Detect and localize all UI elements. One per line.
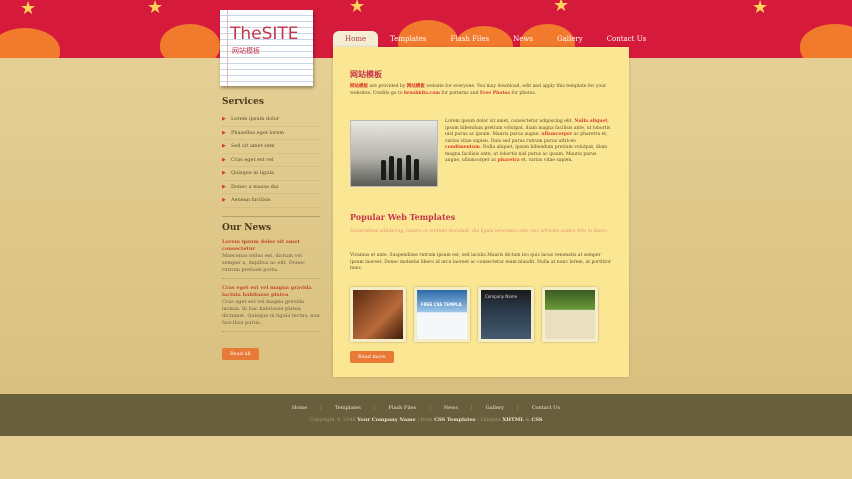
body-highlight[interactable]: Nulla aliquet [574,119,607,124]
read-all-button[interactable]: Read all [222,347,259,360]
sidebar: Services Lorem ipsum dolor Phasellus ege… [222,97,320,360]
services-item[interactable]: Phasellus eget lorem [222,127,320,140]
main-content: 网站模板 网站模板 are provided by 网站模板 website f… [333,47,629,377]
body-paragraph: Lorem ipsum dolor sit amet, consectetur … [445,119,613,165]
main-nav: Home Templates Flash Files News Gallery … [333,31,658,47]
logo-title: TheSITE [230,24,299,44]
page-bottom-background [0,436,852,479]
footer: Home | Templates | Flash Files | News | Gallery |… [0,394,852,436]
star-icon: ★ [20,0,37,19]
popular-italic-text: Suspendisse adipiscing, mauris et pretiu… [350,229,609,234]
site-logo[interactable]: TheSITE 网站模板 [220,10,313,86]
nav-tab-flash-files[interactable]: Flash Files [438,31,501,47]
services-item[interactable]: Cras eget est vel [222,154,320,167]
intro-highlight[interactable]: 网站模板 [350,84,368,89]
company-link[interactable]: Your Company Name [357,417,415,423]
nav-tab-gallery[interactable]: Gallery [545,31,595,47]
footer-nav: Home | Templates | Flash Files | News | Gallery |… [0,405,852,411]
body-highlight[interactable]: pharetra [498,158,520,163]
intro-text: for patterns and [440,90,480,96]
notebook-rings [220,10,228,86]
template-thumbnail[interactable]: FREE CSS TEMPLA [414,287,470,342]
news-item: Cras eget est vel magna gravida lacinia … [222,285,320,332]
nav-tab-templates[interactable]: Templates [378,31,438,47]
css-link[interactable]: CSS [531,417,542,423]
footer-link-news[interactable]: News [431,405,471,411]
popular-text: Vivamus et ante. Suspendisse rutrum ipsu… [350,253,611,271]
logo-subtitle: 网站模板 [232,47,260,55]
divider [222,215,320,217]
template-thumbnails: FREE CSS TEMPLA Company Name [350,287,598,342]
news-heading: Our News [222,222,272,233]
footer-link-contact-us[interactable]: Contact Us [519,405,573,411]
nav-tab-news[interactable]: News [501,31,545,47]
body-text: Lorem ipsum dolor sit amet, consectetur … [445,119,575,124]
star-icon: ★ [147,0,164,18]
free-photos-link[interactable]: Free Photos [480,91,510,96]
news-item-text: Cras eget est vel magna gravida lacinia.… [222,298,320,326]
popular-heading: Popular Web Templates [350,212,456,222]
footer-copyright: Copyright © 2048 Your Company Name | fro… [0,417,852,423]
copyright-text: | from [415,417,435,423]
footer-link-gallery[interactable]: Gallery [473,405,517,411]
services-item[interactable]: Quisque in ligula [222,167,320,181]
intro-highlight[interactable]: 网站模板 [407,84,425,89]
intro-text: are provided by [368,84,407,89]
footer-link-templates[interactable]: Templates [322,405,374,411]
read-more-button[interactable]: Read more [350,351,394,363]
thumbnail-label: Company Name [485,294,518,299]
intro-text: for photos. [509,90,537,96]
body-text: et, varius vitae sapien. [519,158,573,163]
business-people-photo [350,120,438,187]
nav-tab-home[interactable]: Home [333,31,379,47]
services-item[interactable]: Donec a massa dui [222,181,320,194]
services-heading: Services [222,97,264,107]
services-item[interactable]: Lorem ipsum dolor [222,113,320,127]
template-thumbnail[interactable] [350,287,406,342]
news-item-title[interactable]: Lorem ipsum dolor sit amet consectetur [222,239,320,253]
star-icon: ★ [349,0,366,17]
template-thumbnail[interactable]: Company Name [478,287,534,342]
nav-tab-contact-us[interactable]: Contact Us [595,31,659,47]
brushkits-link[interactable]: brushkits.com [404,91,440,96]
copyright-text: Copyright © 2048 [309,417,358,423]
xhtml-link[interactable]: XHTML [502,417,523,423]
services-list: Lorem ipsum dolor Phasellus eget lorem S… [222,113,320,208]
services-item[interactable]: Aenean facilisis [222,194,320,208]
star-icon: ★ [752,0,769,18]
intro-paragraph: 网站模板 are provided by 网站模板 website for ev… [350,84,613,97]
news-item-text: Maecenas tellus est, dictum vel semper a… [222,252,305,273]
star-icon: ★ [553,0,570,16]
template-thumbnail[interactable] [542,287,598,342]
footer-link-flash-files[interactable]: Flash Files [375,405,429,411]
thumbnail-label: FREE CSS TEMPLA [421,302,462,307]
body-highlight[interactable]: ullamcorper [541,132,572,137]
news-item-title[interactable]: Cras eget est vel magna gravida lacinia … [222,285,320,299]
copyright-text: | Validate [475,417,503,423]
body-highlight[interactable]: condimentum [445,145,480,150]
footer-link-home[interactable]: Home [279,405,320,411]
news-item: Lorem ipsum dolor sit amet consectetur M… [222,239,320,279]
css-templates-link[interactable]: CSS Templates [434,417,475,423]
services-item[interactable]: Sed sit amet sem [222,140,320,154]
main-heading: 网站模板 [350,69,382,79]
